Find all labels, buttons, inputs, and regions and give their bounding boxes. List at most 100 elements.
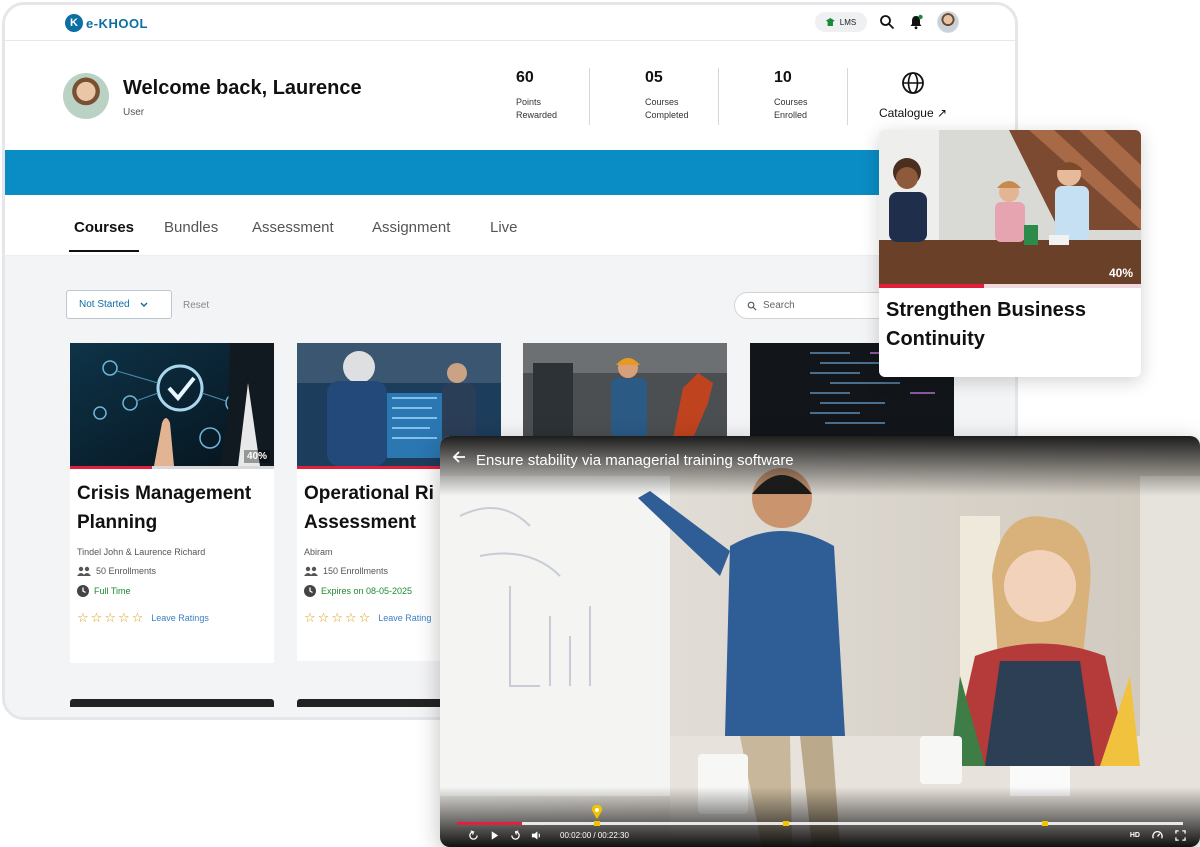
course-thumbnail bbox=[523, 343, 727, 438]
lms-switch-button[interactable]: LMS bbox=[815, 12, 867, 32]
enrollment-text: 50 Enrollments bbox=[96, 566, 157, 576]
play-icon[interactable] bbox=[489, 830, 500, 841]
graduation-cap-icon bbox=[825, 18, 835, 26]
enrollment-count: 50 Enrollments bbox=[77, 566, 267, 576]
stat-value: 10 bbox=[774, 69, 792, 86]
course-type-badge: Full Time bbox=[77, 585, 267, 597]
forward-icon[interactable] bbox=[510, 830, 521, 841]
tab-assessment[interactable]: Assessment bbox=[252, 219, 334, 236]
notification-bell-icon[interactable] bbox=[908, 14, 924, 30]
featured-progress-bar bbox=[879, 284, 1141, 288]
status-filter-value: Not Started bbox=[79, 299, 130, 310]
status-filter-select[interactable]: Not Started bbox=[66, 290, 172, 319]
video-progress-fill bbox=[457, 822, 523, 825]
stat-enrolled: 10 Courses Enrolled bbox=[774, 69, 808, 122]
catalogue-link[interactable]: Catalogue ↗ bbox=[873, 71, 953, 120]
stat-label: Courses Completed bbox=[645, 97, 689, 120]
tab-assignment[interactable]: Assignment bbox=[372, 219, 450, 236]
star-icon[interactable]: ☆ bbox=[77, 611, 89, 624]
top-bar: K e-KHOOL LMS bbox=[5, 5, 1015, 41]
course-card-peek bbox=[70, 699, 274, 707]
video-time: 00:02:00 / 00:22:30 bbox=[560, 831, 629, 840]
clock-icon bbox=[77, 585, 89, 597]
stat-divider bbox=[718, 68, 719, 125]
featured-progress-fill bbox=[879, 284, 984, 288]
playhead-pin-icon[interactable] bbox=[591, 805, 603, 819]
tab-bundles[interactable]: Bundles bbox=[164, 219, 218, 236]
stat-label: Courses Enrolled bbox=[774, 97, 808, 120]
course-progress-bar bbox=[70, 466, 274, 469]
stat-points: 60 Points Rewarded bbox=[516, 69, 557, 122]
chapter-marker[interactable] bbox=[594, 821, 600, 826]
video-title: Ensure stability via managerial training… bbox=[476, 452, 794, 469]
star-icon[interactable]: ☆ bbox=[104, 611, 116, 624]
leave-ratings-link[interactable]: Leave Rating bbox=[378, 613, 431, 623]
user-avatar[interactable] bbox=[937, 11, 959, 33]
course-author: Tindel John & Laurence Richard bbox=[77, 547, 206, 557]
user-role: User bbox=[123, 107, 145, 118]
users-icon bbox=[77, 566, 91, 576]
course-type-text: Full Time bbox=[94, 586, 131, 596]
course-thumbnail: 40% bbox=[70, 343, 274, 466]
globe-icon bbox=[902, 72, 924, 94]
expiry-text: Expires on 08-05-2025 bbox=[321, 586, 413, 596]
star-icon[interactable]: ☆ bbox=[359, 611, 371, 624]
chevron-down-icon bbox=[140, 302, 148, 307]
player-settings: HD bbox=[1130, 830, 1186, 841]
speed-icon[interactable] bbox=[1152, 830, 1163, 841]
enrollment-text: 150 Enrollments bbox=[323, 566, 389, 576]
stat-value: 60 bbox=[516, 69, 534, 86]
star-icon[interactable]: ☆ bbox=[91, 611, 103, 624]
featured-progress-percent: 40% bbox=[1108, 266, 1133, 280]
video-player[interactable]: Ensure stability via managerial training… bbox=[440, 436, 1200, 847]
hero-banner bbox=[5, 150, 1015, 195]
fullscreen-icon[interactable] bbox=[1175, 830, 1186, 841]
catalogue-label: Catalogue ↗ bbox=[878, 106, 948, 120]
search-icon[interactable] bbox=[879, 14, 895, 30]
video-scrubber[interactable] bbox=[457, 805, 1183, 826]
back-arrow-icon[interactable] bbox=[452, 451, 466, 463]
course-progress-fill bbox=[70, 466, 152, 469]
search-placeholder: Search bbox=[763, 300, 795, 311]
video-frame bbox=[440, 436, 1200, 847]
star-icon[interactable]: ☆ bbox=[318, 611, 330, 624]
course-title[interactable]: Crisis Management Planning bbox=[77, 479, 267, 537]
clock-icon bbox=[304, 585, 316, 597]
volume-icon[interactable] bbox=[531, 830, 542, 841]
star-icon[interactable]: ☆ bbox=[132, 611, 144, 624]
brand-name: e-KHOOL bbox=[86, 15, 148, 31]
progress-percent: 40% bbox=[243, 450, 270, 463]
course-tabs: Courses Bundles Assessment Assignment Li… bbox=[5, 195, 1015, 256]
tab-live[interactable]: Live bbox=[490, 219, 518, 236]
chapter-marker[interactable] bbox=[783, 821, 789, 826]
stat-divider bbox=[847, 68, 848, 125]
tab-courses[interactable]: Courses bbox=[74, 219, 134, 236]
logo-mark-icon: K bbox=[65, 14, 83, 32]
reset-filter-button[interactable]: Reset bbox=[183, 300, 209, 311]
featured-course-thumbnail: 40% bbox=[879, 130, 1141, 284]
welcome-title: Welcome back, Laurence bbox=[123, 77, 362, 99]
featured-course-card[interactable]: 40% Strengthen Business Continuity bbox=[879, 130, 1141, 377]
course-card[interactable]: 40% Crisis Management Planning Tindel Jo… bbox=[70, 343, 274, 663]
chapter-marker[interactable] bbox=[1042, 821, 1048, 826]
search-icon bbox=[747, 301, 757, 310]
quality-button[interactable]: HD bbox=[1130, 832, 1140, 839]
stat-completed: 05 Courses Completed bbox=[645, 69, 689, 122]
brand-logo[interactable]: K e-KHOOL bbox=[65, 14, 148, 32]
lms-label: LMS bbox=[839, 17, 857, 27]
star-icon[interactable]: ☆ bbox=[345, 611, 357, 624]
star-icon[interactable]: ☆ bbox=[118, 611, 130, 624]
course-search-input[interactable]: Search bbox=[734, 292, 894, 319]
stage: K e-KHOOL LMS Welcome back, Laurence Use… bbox=[0, 0, 1200, 847]
active-tab-indicator bbox=[69, 250, 139, 252]
featured-course-title[interactable]: Strengthen Business Continuity bbox=[886, 296, 1134, 354]
leave-ratings-link[interactable]: Leave Ratings bbox=[151, 613, 209, 623]
playback-controls: 00:02:00 / 00:22:30 bbox=[468, 830, 629, 841]
users-icon bbox=[304, 566, 318, 576]
star-icon[interactable]: ☆ bbox=[304, 611, 316, 624]
rating-stars[interactable]: ☆ ☆ ☆ ☆ ☆ Leave Ratings bbox=[77, 611, 267, 624]
stat-divider bbox=[589, 68, 590, 125]
star-icon[interactable]: ☆ bbox=[331, 611, 343, 624]
rewind-icon[interactable] bbox=[468, 830, 479, 841]
profile-avatar bbox=[63, 73, 109, 119]
